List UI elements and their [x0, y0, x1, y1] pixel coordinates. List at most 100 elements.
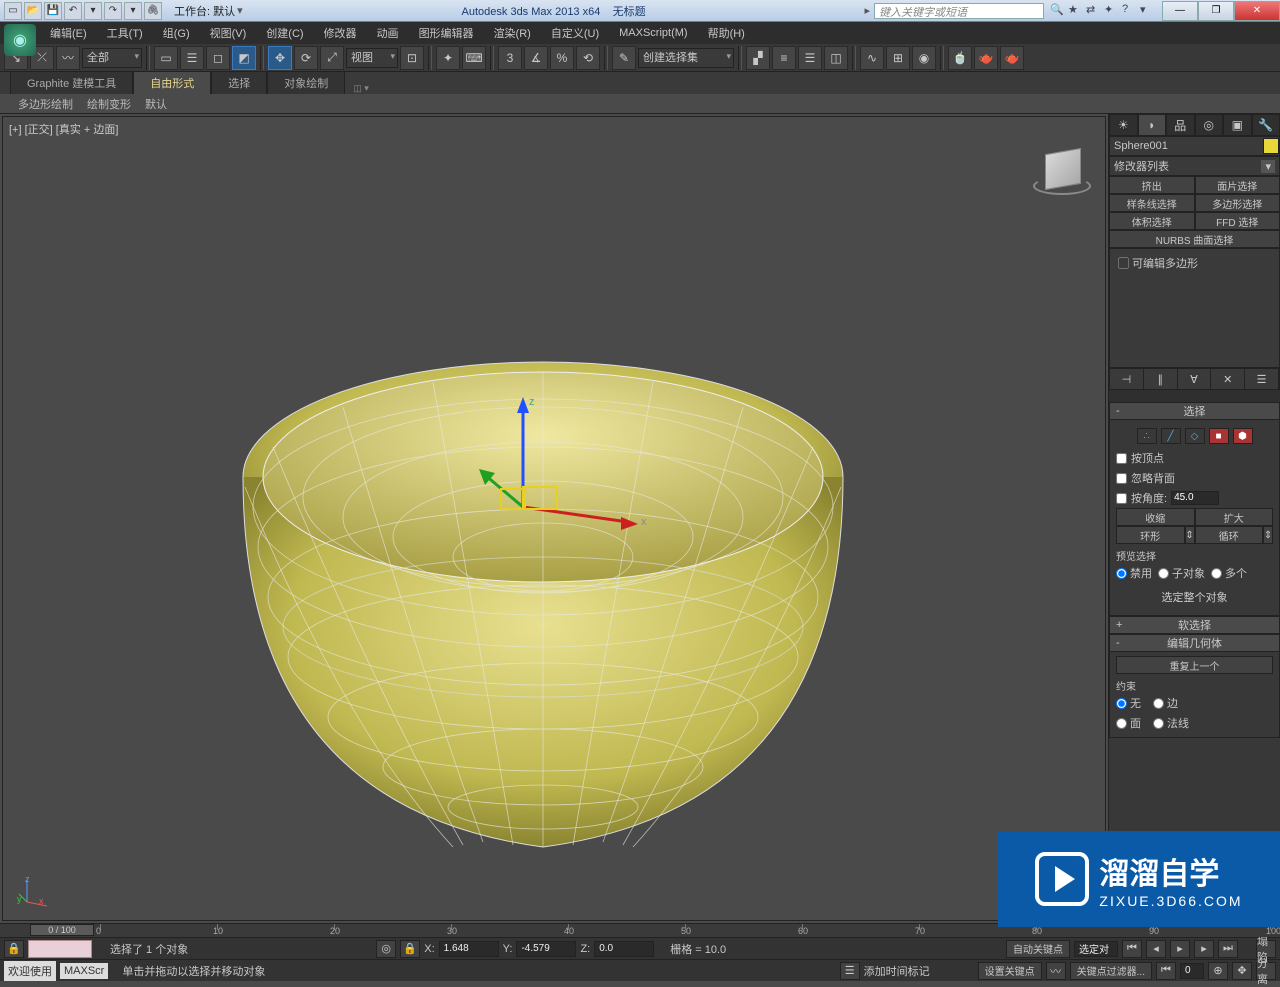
minimize-button[interactable]: — — [1162, 1, 1198, 21]
btn-grow[interactable]: 扩大 — [1195, 508, 1274, 526]
menu-modifiers[interactable]: 修改器 — [314, 22, 367, 44]
isolate-icon[interactable]: ◎ — [376, 940, 396, 958]
rad-subobj[interactable]: 子对象 — [1158, 565, 1205, 581]
tab-display[interactable]: ▣ — [1223, 114, 1252, 136]
maxscript-listener[interactable]: MAXScr — [60, 963, 108, 979]
tab-freeform[interactable]: 自由形式 — [133, 71, 211, 94]
keyboard-shortcut-icon[interactable]: ⌨ — [462, 46, 486, 70]
select-region-icon[interactable]: ◻ — [206, 46, 230, 70]
btn-loop[interactable]: 循环 — [1195, 526, 1264, 544]
subpanel-paintdeform[interactable]: 绘制变形 — [87, 96, 131, 112]
show-end-icon[interactable]: ∥ — [1144, 369, 1178, 389]
modifier-list-dropdown[interactable]: 修改器列表 — [1109, 156, 1280, 176]
maximize-button[interactable]: ❐ — [1198, 1, 1234, 21]
tab-hierarchy[interactable]: 品 — [1166, 114, 1195, 136]
align-icon[interactable]: ≡ — [772, 46, 796, 70]
menu-views[interactable]: 视图(V) — [200, 22, 257, 44]
view-cube[interactable] — [1033, 145, 1091, 203]
make-unique-icon[interactable]: ∀ — [1178, 369, 1212, 389]
btn-repeat-last[interactable]: 重复上一个 — [1116, 656, 1273, 674]
pin-stack-icon[interactable]: ⊣ — [1110, 369, 1144, 389]
tab-graphite[interactable]: Graphite 建模工具 — [10, 71, 133, 94]
btn-shrink[interactable]: 收缩 — [1116, 508, 1195, 526]
object-color-swatch[interactable] — [1263, 138, 1279, 154]
prev-frame-icon[interactable]: ◂ — [1146, 940, 1166, 958]
rad-disable[interactable]: 禁用 — [1116, 565, 1152, 581]
btn-patchsel[interactable]: 面片选择 — [1195, 176, 1280, 194]
modifier-stack[interactable]: ▢ 可编辑多边形 — [1109, 248, 1280, 368]
curve-editor-icon[interactable]: ∿ — [860, 46, 884, 70]
time-tag-icon[interactable]: ☰ — [840, 962, 860, 980]
menu-customize[interactable]: 自定义(U) — [541, 22, 609, 44]
chevron-down-icon[interactable]: ▾ — [124, 2, 142, 20]
close-button[interactable]: ✕ — [1234, 1, 1280, 21]
help-icon[interactable]: ? — [1122, 3, 1138, 19]
y-coord-field[interactable]: -4.579 — [516, 941, 576, 957]
select-object-icon[interactable]: ▭ — [154, 46, 178, 70]
selset-field[interactable]: 选定对 — [1074, 941, 1118, 957]
updates-icon[interactable]: ✦ — [1104, 3, 1120, 19]
btn-ring[interactable]: 环形 — [1116, 526, 1185, 544]
chk-by-vertex[interactable]: 按顶点 — [1116, 448, 1273, 468]
x-coord-field[interactable]: 1.648 — [439, 941, 499, 957]
rollout-softselection[interactable]: +软选择 — [1109, 616, 1280, 634]
search-icon[interactable]: 🔍 — [1050, 3, 1066, 19]
tab-selection[interactable]: 选择 — [211, 71, 267, 94]
lock-selection-icon[interactable]: 🔒 — [400, 940, 420, 958]
chk-by-angle[interactable]: 按角度: 45.0 — [1116, 488, 1273, 508]
object-name-field[interactable]: Sphere001 — [1109, 136, 1280, 156]
layers-icon[interactable]: ☰ — [798, 46, 822, 70]
ref-coord-dropdown[interactable]: 视图 — [346, 48, 398, 68]
material-editor-icon[interactable]: ◉ — [912, 46, 936, 70]
workspace-label[interactable]: 工作台: 默认 — [174, 3, 235, 19]
undo-icon[interactable]: ↶ — [64, 2, 82, 20]
menu-tools[interactable]: 工具(T) — [97, 22, 153, 44]
menu-edit[interactable]: 编辑(E) — [40, 22, 97, 44]
subpanel-defaults[interactable]: 默认 — [145, 96, 167, 112]
graphite-icon[interactable]: ◫ — [824, 46, 848, 70]
viewport-perspective[interactable]: [+] [正交] [真实 + 边面] — [2, 116, 1106, 921]
time-slider-handle[interactable]: 0 / 100 — [30, 924, 94, 936]
menu-rendering[interactable]: 渲染(R) — [484, 22, 541, 44]
render-icon[interactable]: 🫖 — [1000, 46, 1024, 70]
goto-start-icon[interactable]: ⏮ — [1122, 940, 1142, 958]
named-selection-dropdown[interactable]: 创建选择集 — [638, 48, 734, 68]
snap-toggle-icon[interactable]: 3 — [498, 46, 522, 70]
frame-field[interactable]: 0 — [1180, 963, 1204, 979]
percent-snap-icon[interactable]: % — [550, 46, 574, 70]
window-crossing-icon[interactable]: ◩ — [232, 46, 256, 70]
rollout-editgeometry[interactable]: -编辑几何体 — [1109, 634, 1280, 652]
render-frame-icon[interactable]: 🫖 — [974, 46, 998, 70]
subobj-border[interactable]: ◇ — [1185, 428, 1205, 444]
exchange-icon[interactable]: ⇄ — [1086, 3, 1102, 19]
manipulate-icon[interactable]: ✦ — [436, 46, 460, 70]
remove-mod-icon[interactable]: ✕ — [1211, 369, 1245, 389]
autokey-button[interactable]: 自动关键点 — [1006, 940, 1070, 958]
scale-icon[interactable]: ⤢ — [320, 46, 344, 70]
btn-volsel[interactable]: 体积选择 — [1109, 212, 1195, 230]
use-center-icon[interactable]: ⊡ — [400, 46, 424, 70]
edit-named-sel-icon[interactable]: ✎ — [612, 46, 636, 70]
stack-item-editpoly[interactable]: ▢ 可编辑多边形 — [1114, 253, 1275, 273]
angle-spinner[interactable]: 45.0 — [1171, 491, 1219, 505]
tab-create[interactable]: ☀ — [1109, 114, 1138, 136]
keymode-icon[interactable]: 〰 — [1046, 962, 1066, 980]
subpanel-polydraw[interactable]: 多边形绘制 — [18, 96, 73, 112]
keyfilter-button[interactable]: 关键点过滤器... — [1070, 962, 1152, 980]
selection-filter-dropdown[interactable]: 全部 — [82, 48, 142, 68]
chevron-down-icon[interactable]: ▾ — [84, 2, 102, 20]
btn-splinesel[interactable]: 样条线选择 — [1109, 194, 1195, 212]
ribbon-expand-icon[interactable]: ◫ ▾ — [353, 83, 369, 94]
nav-prev-icon[interactable]: ⏮ — [1156, 962, 1176, 980]
lock-ui-icon[interactable]: 🔒 — [4, 940, 24, 958]
split-icon[interactable]: 分离 — [1256, 962, 1276, 980]
new-icon[interactable]: ▭ — [4, 2, 22, 20]
play-icon[interactable]: ▸ — [1170, 940, 1190, 958]
setkey-button[interactable]: 设置关键点 — [978, 962, 1042, 980]
btn-ffdsel[interactable]: FFD 选择 — [1195, 212, 1280, 230]
btn-polysel[interactable]: 多边形选择 — [1195, 194, 1280, 212]
add-time-tag[interactable]: 添加时间标记 — [864, 963, 930, 979]
rad-none[interactable]: 无 — [1116, 695, 1141, 711]
rad-multi[interactable]: 多个 — [1211, 565, 1247, 581]
chevron-down-icon[interactable]: ▾ — [1140, 3, 1156, 19]
